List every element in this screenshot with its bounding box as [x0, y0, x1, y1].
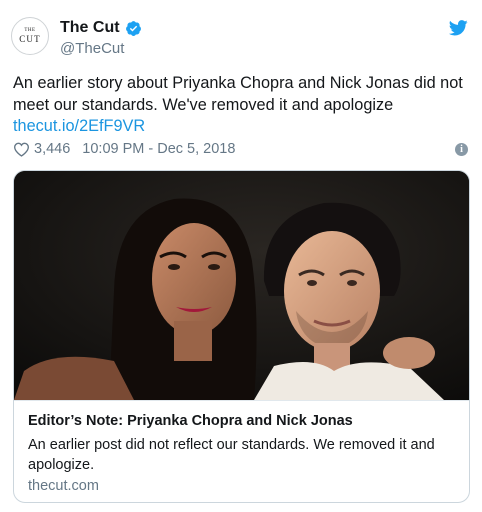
card-photo — [14, 171, 469, 400]
author-name-row: The Cut — [60, 19, 142, 37]
like-count[interactable]: 3,446 — [34, 141, 70, 157]
embedded-tweet: THE CUT The Cut @TheCut An earlier story… — [0, 0, 482, 512]
info-icon[interactable]: i — [455, 143, 468, 156]
heart-icon[interactable] — [13, 142, 30, 157]
avatar[interactable]: THE CUT — [11, 17, 49, 55]
tweet-text: An earlier story about Priyanka Chopra a… — [13, 74, 463, 114]
card-domain[interactable]: thecut.com — [28, 478, 99, 494]
author-handle[interactable]: @TheCut — [60, 40, 124, 57]
twitter-bird-icon[interactable] — [449, 20, 468, 36]
verified-badge-icon — [125, 20, 141, 36]
card-description: An earlier post did not reflect our stan… — [28, 437, 435, 473]
tweet-timestamp[interactable]: 10:09 PM - Dec 5, 2018 — [82, 141, 235, 157]
avatar-text-bottom: CUT — [19, 34, 41, 44]
link-preview-card[interactable]: Editor’s Note: Priyanka Chopra and Nick … — [13, 170, 470, 503]
card-image[interactable] — [14, 171, 469, 400]
author-display-name[interactable]: The Cut — [60, 19, 120, 37]
card-title[interactable]: Editor’s Note: Priyanka Chopra and Nick … — [28, 413, 353, 429]
card-body[interactable]: Editor’s Note: Priyanka Chopra and Nick … — [14, 400, 469, 502]
tweet-link[interactable]: thecut.io/2EfF9VR — [13, 116, 145, 136]
tweet-meta-row: 3,446 10:09 PM - Dec 5, 2018 — [13, 141, 235, 157]
